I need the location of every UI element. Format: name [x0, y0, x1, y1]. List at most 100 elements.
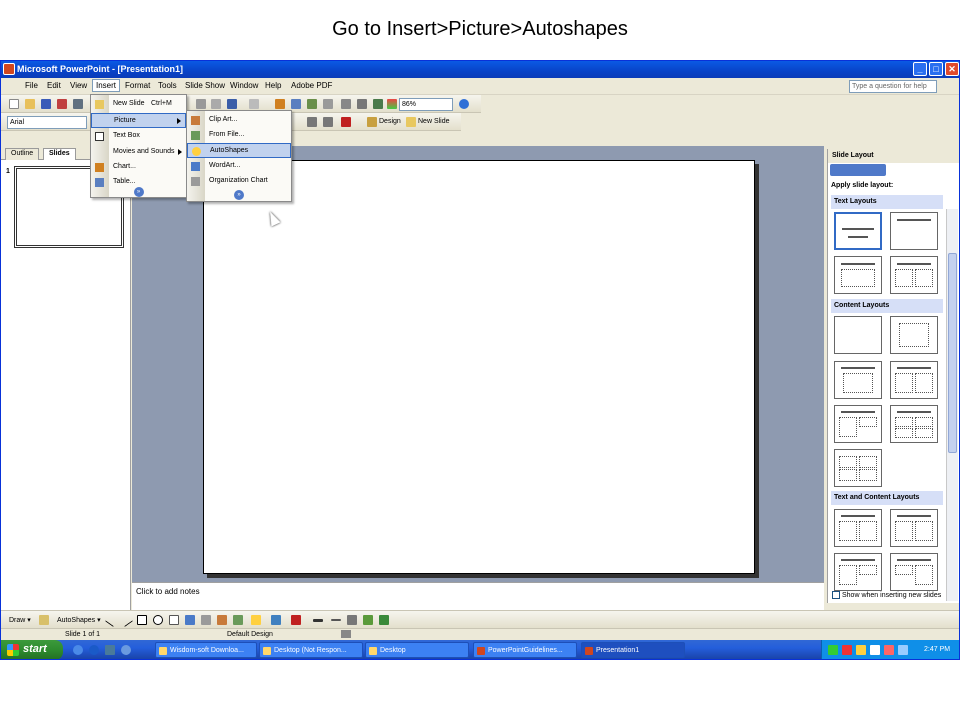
insert-menu-movies-sounds[interactable]: Movies and Sounds — [91, 145, 186, 160]
diagram-icon[interactable] — [201, 615, 211, 625]
tab-slides[interactable]: Slides — [43, 148, 76, 160]
checkbox-icon[interactable] — [832, 591, 840, 599]
design-button[interactable]: Design — [379, 118, 401, 125]
insert-menu-new-slide[interactable]: New Slide Ctrl+M — [91, 97, 186, 112]
task-pane-scrollbar[interactable] — [946, 209, 958, 601]
picture-menu-clip-art[interactable]: Clip Art... — [187, 113, 291, 128]
media-quicklaunch-icon[interactable] — [89, 645, 99, 655]
task-presentation1[interactable]: Presentation1 — [581, 642, 685, 658]
menu-tools[interactable]: Tools — [158, 81, 177, 90]
show-when-inserting-checkbox[interactable]: Show when inserting new slides — [832, 591, 941, 599]
layout-title-content-over-content[interactable] — [834, 405, 882, 443]
expand-menu-icon[interactable]: » — [234, 190, 244, 200]
picture-icon[interactable] — [233, 615, 243, 625]
task-desktop-not-responding[interactable]: Desktop (Not Respon... — [259, 642, 363, 658]
insert-menu-picture[interactable]: Picture — [91, 113, 186, 128]
design-icon[interactable] — [367, 117, 377, 127]
open-icon[interactable] — [25, 99, 35, 109]
tab-outline[interactable]: Outline — [5, 148, 40, 160]
tray-update-icon[interactable] — [856, 645, 866, 655]
picture-menu-organization-chart[interactable]: Organization Chart — [187, 174, 291, 189]
layout-title-and-four-content[interactable] — [890, 405, 938, 443]
menu-format[interactable]: Format — [125, 81, 150, 90]
help-icon[interactable] — [459, 99, 469, 109]
tray-network-icon[interactable] — [828, 645, 838, 655]
menu-help[interactable]: Help — [265, 81, 281, 90]
grid-icon[interactable] — [373, 99, 383, 109]
expand-all-icon[interactable] — [341, 99, 351, 109]
notes-pane[interactable]: Click to add notes — [132, 582, 824, 610]
tray-security-icon[interactable] — [842, 645, 852, 655]
undo-icon[interactable] — [227, 99, 237, 109]
menu-insert[interactable]: Insert — [92, 79, 121, 92]
layout-title-text-and-content[interactable] — [834, 509, 882, 547]
maximize-button[interactable]: □ — [929, 62, 943, 76]
menu-edit[interactable]: Edit — [47, 81, 61, 90]
draw-menu-button[interactable]: Draw ▾ — [9, 616, 31, 624]
dash-style-icon[interactable] — [331, 619, 341, 621]
insert-picture-icon[interactable] — [307, 99, 317, 109]
font-color-icon[interactable] — [341, 117, 351, 127]
layout-title-content-and-text[interactable] — [890, 509, 938, 547]
tray-misc-icon[interactable] — [898, 645, 908, 655]
layout-title-only[interactable] — [890, 212, 938, 250]
menu-file[interactable]: File — [25, 81, 38, 90]
start-button[interactable]: start — [1, 640, 63, 659]
layout-title-slide[interactable] — [834, 212, 882, 250]
task-pane-scroll-thumb[interactable] — [948, 253, 957, 453]
save-icon[interactable] — [41, 99, 51, 109]
show-formatting-icon[interactable] — [357, 99, 367, 109]
print-icon[interactable] — [73, 99, 83, 109]
layout-four-content[interactable] — [834, 449, 882, 487]
3d-style-icon[interactable] — [379, 615, 389, 625]
zoom-select[interactable]: 86% — [399, 98, 453, 111]
expand-menu-icon[interactable]: » — [133, 187, 144, 197]
spelling-icon[interactable] — [341, 630, 351, 638]
select-objects-icon[interactable] — [39, 615, 49, 625]
picture-menu-autoshapes[interactable]: AutoShapes — [187, 143, 291, 158]
task-pane-navigation[interactable] — [830, 164, 886, 176]
layout-title-and-two-content[interactable] — [890, 361, 938, 399]
layout-title-and-text[interactable] — [834, 256, 882, 294]
menu-adobe-pdf[interactable]: Adobe PDF — [291, 81, 332, 90]
desktop-quicklaunch-icon[interactable] — [105, 645, 115, 655]
powerpoint-app-icon[interactable] — [3, 63, 15, 75]
shadow-style-icon[interactable] — [363, 615, 373, 625]
arrow-icon[interactable] — [119, 613, 133, 627]
clip-art-icon[interactable] — [217, 615, 227, 625]
line-icon[interactable] — [105, 613, 119, 627]
slide-canvas[interactable] — [203, 160, 755, 574]
arrow-style-icon[interactable] — [347, 615, 357, 625]
layout-blank[interactable] — [834, 316, 882, 354]
layout-content[interactable] — [890, 316, 938, 354]
minimize-button[interactable]: _ — [913, 62, 927, 76]
tray-volume-icon[interactable] — [870, 645, 880, 655]
new-icon[interactable] — [9, 99, 19, 109]
format-painter-icon[interactable] — [211, 99, 221, 109]
task-desktop[interactable]: Desktop — [365, 642, 469, 658]
messenger-quicklaunch-icon[interactable] — [121, 645, 131, 655]
menu-window[interactable]: Window — [230, 81, 258, 90]
menu-view[interactable]: View — [70, 81, 87, 90]
line-color-icon[interactable] — [271, 615, 281, 625]
insert-chart-icon[interactable] — [275, 99, 285, 109]
decrease-indent-icon[interactable] — [307, 117, 317, 127]
layout-title-text-and-two-content[interactable] — [834, 553, 882, 591]
help-search-input[interactable]: Type a question for help — [849, 80, 937, 93]
fill-color-icon[interactable] — [251, 615, 261, 625]
picture-menu-from-file[interactable]: From File... — [187, 128, 291, 143]
increase-indent-icon[interactable] — [323, 117, 333, 127]
draw-font-color-icon[interactable] — [291, 615, 301, 625]
layout-title-and-content[interactable] — [834, 361, 882, 399]
color-grayscale-icon[interactable] — [387, 99, 397, 109]
redo-icon[interactable] — [249, 99, 259, 109]
hyperlink-icon[interactable] — [323, 99, 333, 109]
picture-menu-wordart[interactable]: WordArt... — [187, 159, 291, 174]
menu-slide-show[interactable]: Slide Show — [185, 81, 225, 90]
text-box-icon[interactable] — [169, 615, 179, 625]
wordart-icon[interactable] — [185, 615, 195, 625]
insert-menu-text-box[interactable]: Text Box — [91, 129, 186, 144]
insert-table-icon[interactable] — [291, 99, 301, 109]
layout-title-two-content-and-text[interactable] — [890, 553, 938, 591]
autoshapes-menu-button[interactable]: AutoShapes ▾ — [57, 616, 101, 624]
